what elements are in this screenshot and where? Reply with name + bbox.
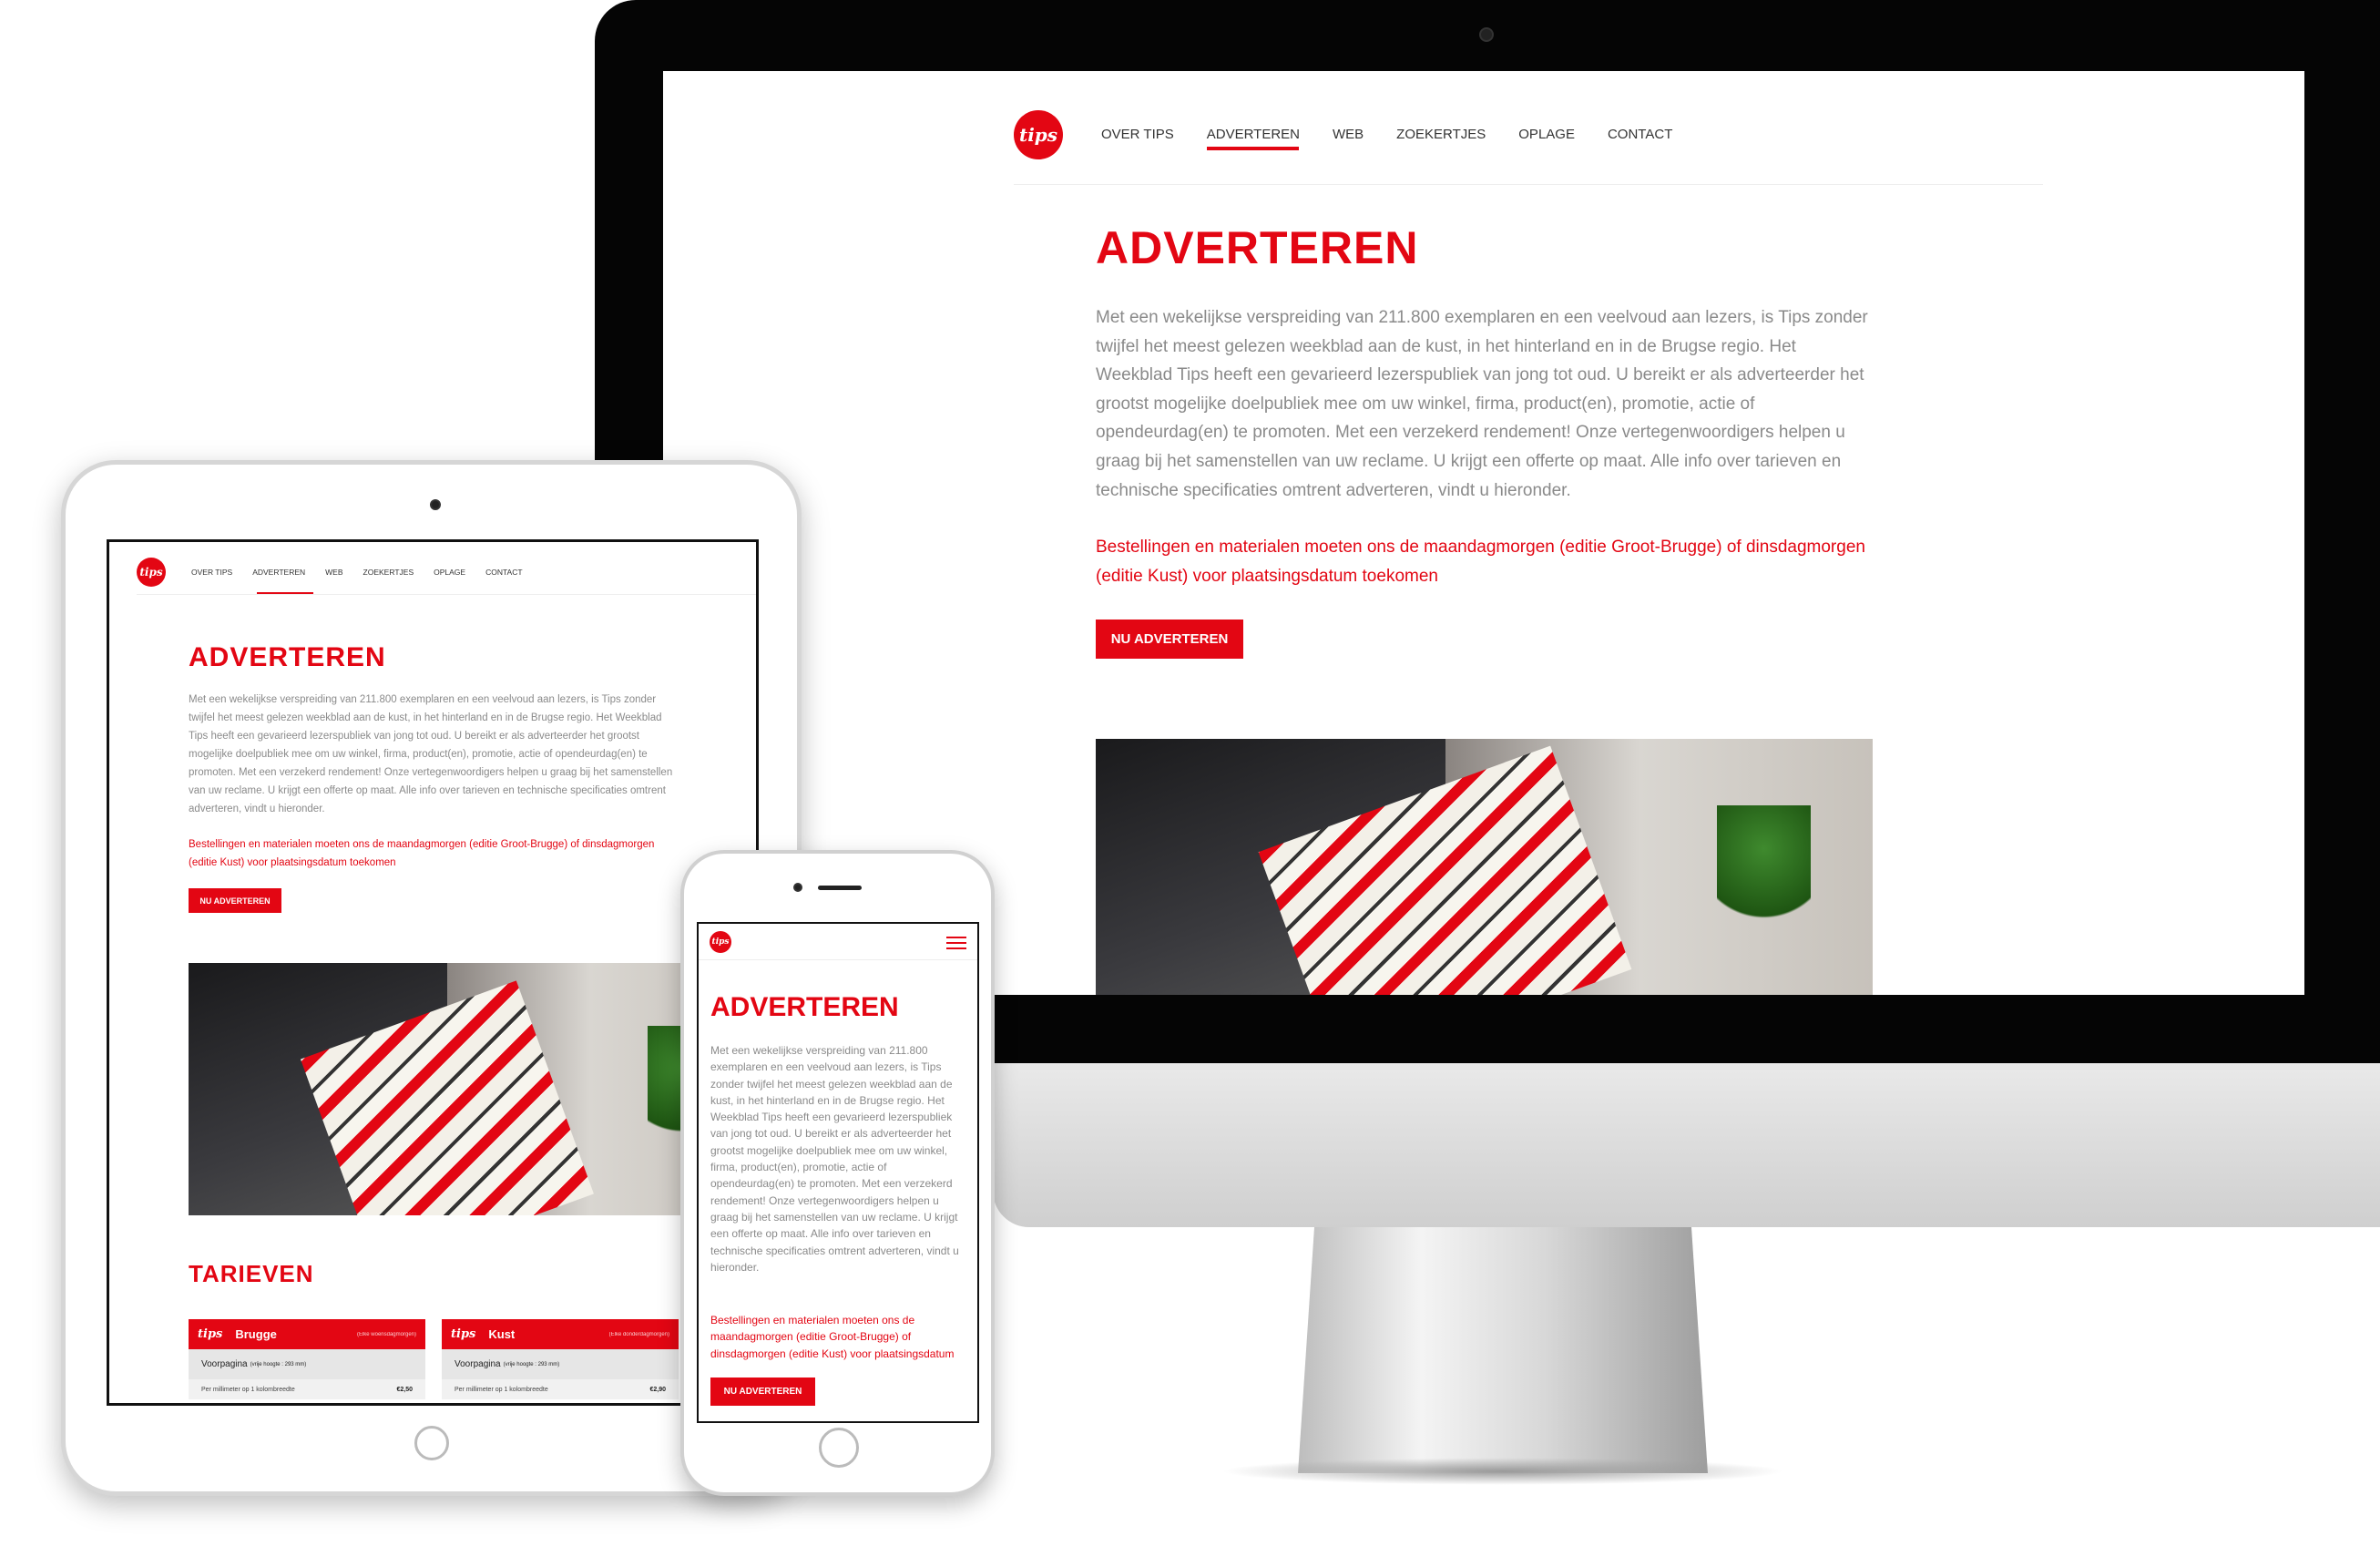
card-section-note: (vrije hoogte : 293 mm) bbox=[250, 1361, 307, 1367]
card-row-label: Per millimeter op 1 kolombreedte bbox=[455, 1386, 548, 1393]
nav-adverteren[interactable]: ADVERTEREN bbox=[1207, 127, 1300, 142]
tablet-nav: tips OVER TIPS ADVERTEREN WEB ZOEKERTJES… bbox=[137, 549, 756, 595]
card-schedule: (Elke donderdagmorgen) bbox=[608, 1331, 669, 1337]
tariff-card-kust: tips Kust (Elke donderdagmorgen) Voorpagin… bbox=[442, 1319, 679, 1399]
monitor-chin bbox=[993, 1063, 2380, 1227]
tips-logo[interactable]: tips bbox=[137, 557, 166, 587]
card-logo: tips bbox=[198, 1327, 223, 1341]
nav-contact[interactable]: CONTACT bbox=[485, 568, 522, 577]
nav-over-tips[interactable]: OVER TIPS bbox=[191, 568, 232, 577]
intro-text: Met een wekelijkse verspreiding van 211.… bbox=[189, 694, 673, 814]
camera bbox=[430, 499, 441, 510]
order-notice: Bestellingen en materialen moeten ons de… bbox=[1096, 538, 1865, 586]
card-city: Brugge bbox=[235, 1327, 277, 1341]
stand-shadow bbox=[1221, 1458, 1785, 1485]
phone-screen: tips ADVERTEREN Met een wekelijkse versp… bbox=[697, 922, 979, 1423]
monitor-stand bbox=[1298, 1227, 1708, 1473]
card-city: Kust bbox=[488, 1327, 516, 1341]
page-title: ADVERTEREN bbox=[1096, 222, 1419, 273]
active-nav-underline bbox=[257, 592, 313, 594]
nu-adverteren-button[interactable]: NU ADVERTEREN bbox=[1096, 620, 1243, 659]
card-logo: tips bbox=[451, 1327, 476, 1341]
speaker bbox=[818, 886, 862, 890]
intro-text: Met een wekelijkse verspreiding van 211.… bbox=[1096, 308, 1868, 500]
nav-contact[interactable]: CONTACT bbox=[1608, 127, 1672, 142]
card-section-note: (vrije hoogte : 293 mm) bbox=[503, 1361, 560, 1367]
camera bbox=[793, 883, 802, 892]
nav-over-tips[interactable]: OVER TIPS bbox=[1101, 127, 1174, 142]
nu-adverteren-button[interactable]: NU ADVERTEREN bbox=[710, 1378, 815, 1406]
tips-logo[interactable]: tips bbox=[1014, 109, 1063, 159]
hamburger-icon[interactable] bbox=[946, 937, 966, 949]
desktop-nav: tips OVER TIPS ADVERTEREN WEB ZOEKERTJES… bbox=[1014, 85, 2043, 185]
home-button[interactable] bbox=[414, 1426, 449, 1460]
tips-logo[interactable]: tips bbox=[710, 931, 731, 953]
phone-header: tips bbox=[699, 924, 977, 960]
nav-adverteren[interactable]: ADVERTEREN bbox=[252, 568, 305, 577]
nav-web[interactable]: WEB bbox=[1333, 127, 1364, 142]
nu-adverteren-button[interactable]: NU ADVERTEREN bbox=[189, 888, 281, 913]
card-schedule: (Elke woensdagmorgen) bbox=[356, 1331, 416, 1337]
newspaper-photo bbox=[189, 963, 756, 1215]
page-title: ADVERTEREN bbox=[710, 992, 899, 1022]
nav-oplage[interactable]: OPLAGE bbox=[1518, 127, 1575, 142]
page-title: ADVERTEREN bbox=[189, 642, 386, 672]
nav-zoekertjes[interactable]: ZOEKERTJES bbox=[1396, 127, 1486, 142]
card-row-label: Per millimeter op 1 kolombreedte bbox=[201, 1386, 295, 1393]
card-price: €2,50 bbox=[396, 1386, 413, 1393]
order-notice: Bestellingen en materialen moeten ons de… bbox=[710, 1314, 955, 1360]
tariffs-title: TARIEVEN bbox=[189, 1260, 314, 1287]
nav-zoekertjes[interactable]: ZOEKERTJES bbox=[363, 568, 414, 577]
order-notice: Bestellingen en materialen moeten ons de… bbox=[189, 839, 655, 868]
intro-text: Met een wekelijkse verspreiding van 211.… bbox=[710, 1044, 959, 1274]
card-price: €2,90 bbox=[649, 1386, 666, 1393]
nav-web[interactable]: WEB bbox=[325, 568, 342, 577]
camera bbox=[1479, 27, 1494, 42]
home-button[interactable] bbox=[819, 1428, 859, 1468]
nav-oplage[interactable]: OPLAGE bbox=[434, 568, 465, 577]
card-section: Voorpagina bbox=[201, 1359, 248, 1369]
newspaper-photo bbox=[1096, 739, 1873, 995]
tablet-screen: tips OVER TIPS ADVERTEREN WEB ZOEKERTJES… bbox=[107, 539, 759, 1406]
active-nav-underline bbox=[1207, 147, 1299, 150]
tariff-card-brugge: tips Brugge (Elke woensdagmorgen) Voorpagi… bbox=[189, 1319, 425, 1399]
card-section: Voorpagina bbox=[455, 1359, 501, 1369]
